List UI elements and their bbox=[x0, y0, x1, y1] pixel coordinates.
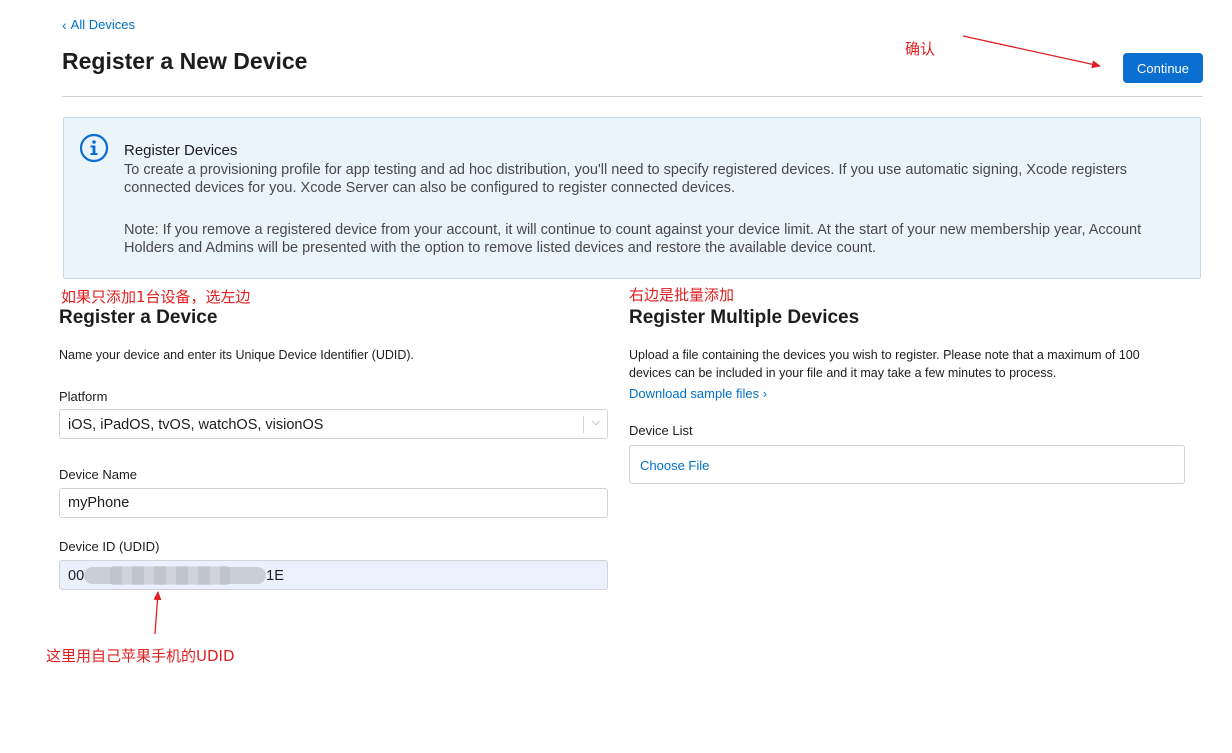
udid-prefix: 00 bbox=[68, 568, 85, 584]
udid-redaction-mosaic bbox=[110, 566, 230, 585]
register-device-description: Name your device and enter its Unique De… bbox=[59, 348, 415, 362]
platform-select-value: iOS, iPadOS, tvOS, watchOS, visionOS bbox=[68, 417, 324, 433]
device-id-label: Device ID (UDID) bbox=[59, 539, 160, 554]
annotation-single-hint: 如果只添加1台设备，选左边 bbox=[61, 288, 251, 306]
page-title: Register a New Device bbox=[62, 48, 308, 74]
select-divider bbox=[583, 416, 584, 433]
udid-suffix: 1E bbox=[266, 568, 284, 584]
platform-select[interactable]: iOS, iPadOS, tvOS, watchOS, visionOS ⌵ bbox=[59, 409, 608, 439]
annotation-confirm: 确认 bbox=[905, 40, 936, 58]
device-name-label: Device Name bbox=[59, 467, 138, 482]
back-link-label: All Devices bbox=[70, 17, 135, 32]
device-name-input[interactable] bbox=[59, 488, 608, 518]
register-multiple-description: Upload a file containing the devices you… bbox=[629, 348, 1140, 380]
info-title: Register Devices bbox=[124, 142, 238, 159]
choose-file-label: Choose File bbox=[640, 458, 710, 473]
info-paragraph-1: To create a provisioning profile for app… bbox=[124, 162, 1128, 196]
register-device-title: Register a Device bbox=[59, 307, 218, 328]
all-devices-back-link[interactable]: ‹ All Devices bbox=[62, 17, 135, 32]
arrow-to-udid bbox=[153, 591, 162, 635]
device-list-label: Device List bbox=[629, 423, 693, 438]
platform-label: Platform bbox=[59, 389, 108, 404]
info-paragraph-2: Note: If you remove a registered device … bbox=[124, 222, 1142, 256]
chevron-down-icon: ⌵ bbox=[591, 416, 600, 428]
register-multiple-title: Register Multiple Devices bbox=[629, 307, 860, 328]
download-sample-link[interactable]: Download sample files › bbox=[629, 386, 767, 401]
chevron-right-icon: › bbox=[762, 386, 768, 401]
annotation-udid-hint: 这里用自己苹果手机的UDID bbox=[46, 647, 235, 665]
download-sample-label: Download sample files bbox=[629, 386, 760, 401]
arrow-to-continue bbox=[962, 35, 1101, 69]
device-list-file-input[interactable]: Choose File bbox=[629, 445, 1185, 484]
info-icon bbox=[79, 133, 109, 163]
continue-button[interactable]: Continue bbox=[1123, 53, 1203, 83]
annotation-batch-hint: 右边是批量添加 bbox=[629, 286, 735, 304]
chevron-left-icon: ‹ bbox=[62, 16, 67, 33]
header-divider bbox=[62, 96, 1203, 97]
